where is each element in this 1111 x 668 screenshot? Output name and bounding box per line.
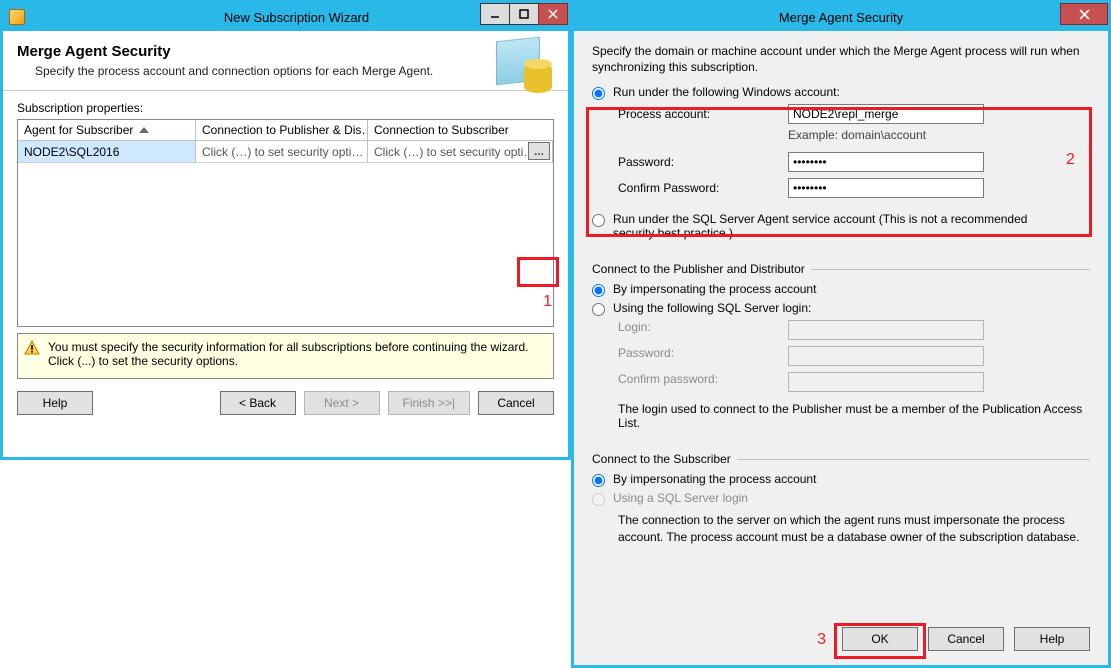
radio-sub-sql: Using a SQL Server login (592, 491, 1090, 506)
maximize-button[interactable] (509, 3, 539, 25)
grid-row[interactable]: NODE2\SQL2016 Click (…) to set security … (18, 141, 553, 163)
titlebar-left: New Subscription Wizard (3, 3, 568, 31)
subscriber-section-label: Connect to the Subscriber (592, 452, 731, 466)
annotation-marker-2: 2 (1066, 151, 1075, 169)
header-graphic (496, 39, 558, 97)
radio-sub-impersonate[interactable]: By impersonating the process account (592, 472, 1090, 487)
pub-confirm-input (788, 372, 984, 392)
process-account-example: Example: domain\account (788, 128, 988, 142)
grid-cell-subscriber-text: Click (…) to set security opti… (374, 145, 535, 159)
ok-button[interactable]: OK (842, 627, 918, 651)
wizard-header: Merge Agent Security Specify the process… (3, 31, 568, 91)
password-label: Password: (618, 155, 788, 169)
process-account-label: Process account: (618, 107, 788, 121)
subscription-grid: Agent for Subscriber Connection to Publi… (17, 119, 554, 327)
pub-password-input (788, 346, 984, 366)
grid-cell-agent: NODE2\SQL2016 (18, 141, 196, 162)
minimize-button[interactable] (480, 3, 510, 25)
intro-text: Specify the domain or machine account un… (592, 43, 1090, 75)
radio-pub-sql-input[interactable] (592, 303, 605, 316)
grid-header-subscriber[interactable]: Connection to Subscriber (368, 120, 553, 140)
ellipsis-button[interactable]: ... (528, 142, 550, 160)
window-title-right: Merge Agent Security (779, 10, 903, 25)
back-button[interactable]: < Back (220, 391, 296, 415)
wizard-body: Subscription properties: Agent for Subsc… (3, 91, 568, 379)
radio-agent-account-label: Run under the SQL Server Agent service a… (613, 212, 1053, 240)
radio-pub-impersonate[interactable]: By impersonating the process account (592, 282, 1090, 297)
warning-text: You must specify the security informatio… (48, 340, 528, 368)
grid-header-agent[interactable]: Agent for Subscriber (18, 120, 196, 140)
pub-password-label: Password: (618, 346, 788, 366)
help-button[interactable]: Help (17, 391, 93, 415)
pub-confirm-label: Confirm password: (618, 372, 788, 392)
grid-header-pubdist[interactable]: Connection to Publisher & Dis… (196, 120, 368, 140)
radio-pub-sql-label: Using the following SQL Server login: (613, 301, 811, 315)
wizard-subheading: Specify the process account and connecti… (35, 64, 554, 78)
pubdist-section-label: Connect to the Publisher and Distributor (592, 262, 805, 276)
subscription-properties-label: Subscription properties: (17, 101, 554, 115)
dialog-content: Specify the domain or machine account un… (574, 31, 1108, 665)
radio-sub-impersonate-label: By impersonating the process account (613, 472, 816, 486)
dialog-button-row: OK Cancel Help (842, 627, 1090, 651)
pub-note: The login used to connect to the Publish… (618, 402, 1090, 430)
titlebar-right: Merge Agent Security (574, 3, 1108, 31)
radio-sub-sql-label: Using a SQL Server login (613, 491, 748, 505)
radio-windows-account[interactable]: Run under the following Windows account: (592, 85, 1090, 100)
help-button-right[interactable]: Help (1014, 627, 1090, 651)
finish-button: Finish >>| (388, 391, 470, 415)
radio-windows-account-input[interactable] (592, 87, 605, 100)
grid-cell-subscriber: Click (…) to set security opti… ... (368, 141, 553, 162)
annotation-marker-1: 1 (543, 293, 552, 311)
radio-sub-sql-input (592, 493, 605, 506)
confirm-password-label: Confirm Password: (618, 181, 788, 195)
radio-windows-account-label: Run under the following Windows account: (613, 85, 840, 99)
radio-sub-impersonate-input[interactable] (592, 474, 605, 487)
pub-login-input (788, 320, 984, 340)
radio-pub-impersonate-label: By impersonating the process account (613, 282, 816, 296)
annotation-marker-3: 3 (817, 631, 826, 649)
close-button-right[interactable] (1060, 3, 1108, 25)
grid-header-agent-label: Agent for Subscriber (24, 123, 133, 137)
close-button-left[interactable] (538, 3, 568, 25)
grid-header-row: Agent for Subscriber Connection to Publi… (18, 120, 553, 141)
merge-agent-security-dialog: Merge Agent Security Specify the domain … (571, 0, 1111, 668)
sort-asc-icon (139, 127, 149, 133)
warning-icon (24, 340, 40, 356)
new-subscription-wizard-window: New Subscription Wizard Merge Agent Secu… (0, 0, 571, 460)
next-button: Next > (304, 391, 380, 415)
wizard-button-row: Help < Back Next > Finish >>| Cancel (3, 379, 568, 427)
cancel-button-right[interactable]: Cancel (928, 627, 1004, 651)
pub-login-label: Login: (618, 320, 788, 340)
process-account-input[interactable] (788, 104, 984, 124)
wizard-heading: Merge Agent Security (17, 43, 554, 60)
sub-note: The connection to the server on which th… (618, 512, 1090, 544)
grid-cell-pubdist: Click (…) to set security opti… (196, 141, 368, 162)
radio-pub-sql[interactable]: Using the following SQL Server login: (592, 301, 1090, 316)
pubdist-section-header: Connect to the Publisher and Distributor (592, 262, 1090, 276)
confirm-password-input[interactable] (788, 178, 984, 198)
radio-pub-impersonate-input[interactable] (592, 284, 605, 297)
warning-box: You must specify the security informatio… (17, 333, 554, 379)
password-input[interactable] (788, 152, 984, 172)
radio-agent-account-input[interactable] (592, 214, 605, 227)
radio-agent-account[interactable]: Run under the SQL Server Agent service a… (592, 212, 1090, 240)
cancel-button[interactable]: Cancel (478, 391, 554, 415)
subscriber-section-header: Connect to the Subscriber (592, 452, 1090, 466)
app-icon (9, 9, 25, 25)
